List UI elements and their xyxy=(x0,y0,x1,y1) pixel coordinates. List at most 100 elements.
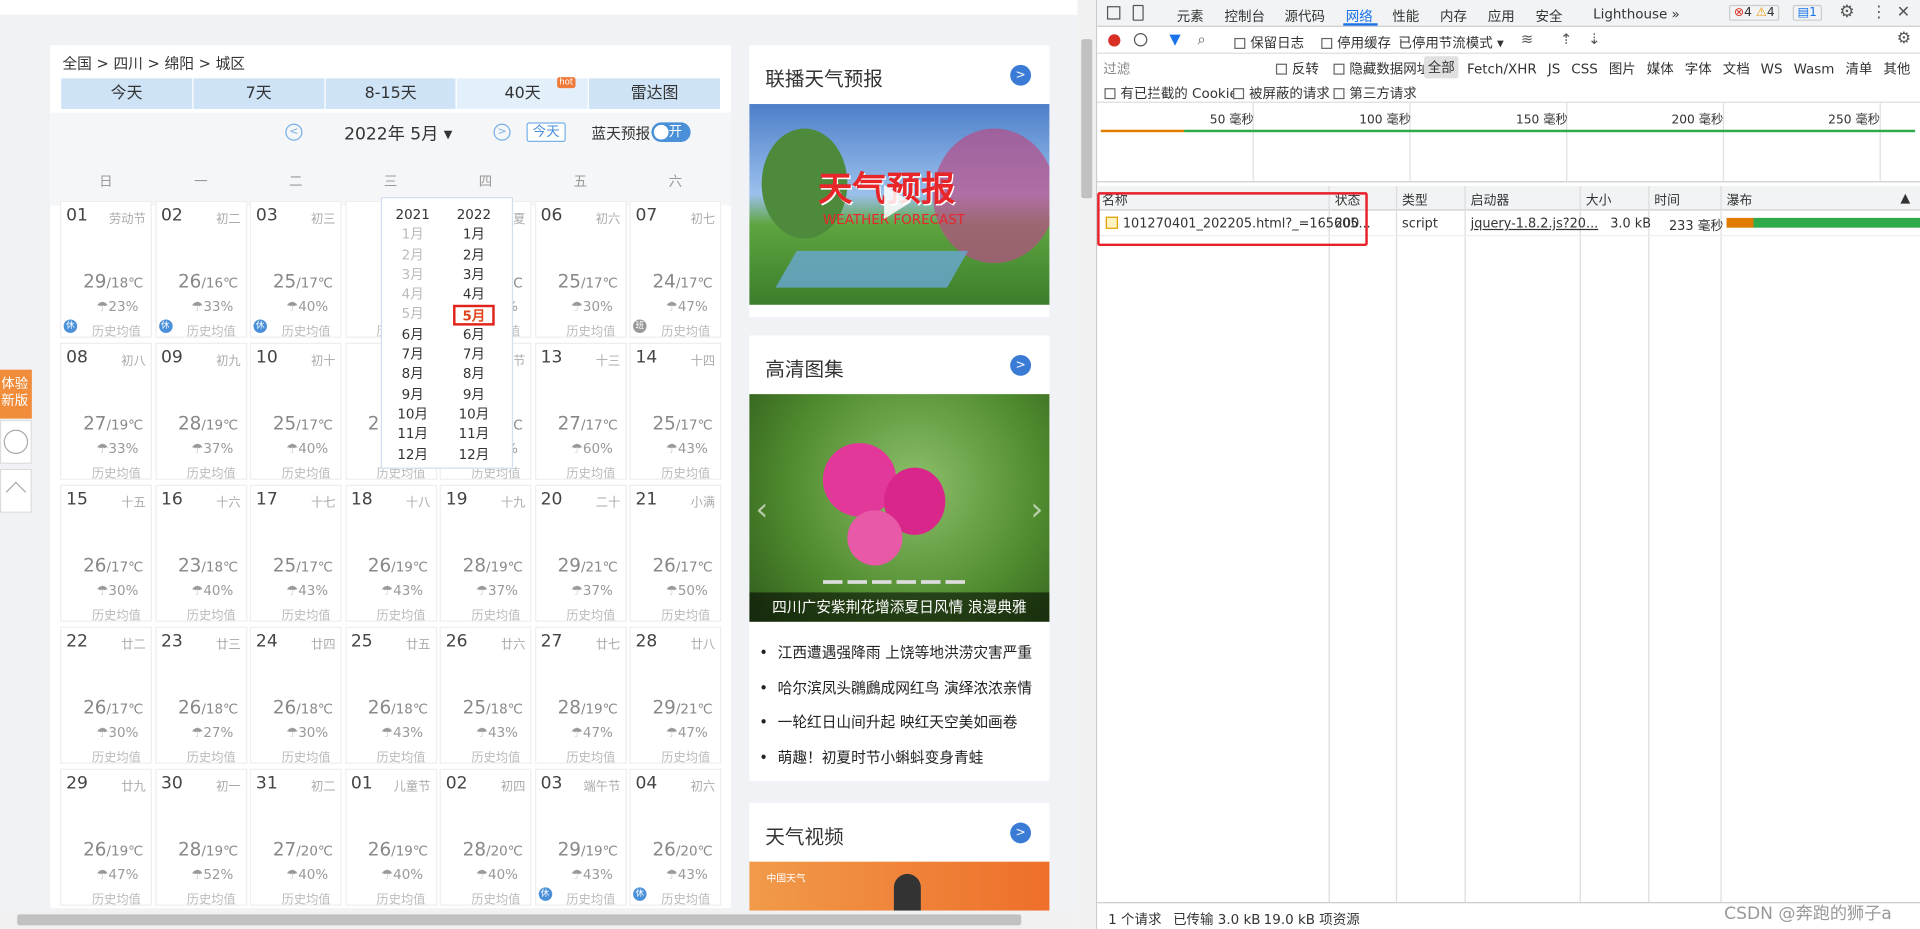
col-time[interactable]: 时间 xyxy=(1654,191,1680,209)
tab-memory[interactable]: 内存 xyxy=(1440,6,1467,26)
calendar-day-cell[interactable]: 04 初六 26/20℃ ☂43% 历史均值休 xyxy=(629,768,722,907)
prev-month-button[interactable]: < xyxy=(285,123,303,141)
news-item[interactable]: 江西遭遇强降雨 上饶等地洪涝灾害严重 xyxy=(759,641,1032,662)
inspect-icon[interactable] xyxy=(1106,6,1121,20)
sort-arrow-icon[interactable]: ▲ xyxy=(1900,191,1910,206)
more-options-icon[interactable]: ⋮ xyxy=(1871,4,1887,22)
calendar-day-cell[interactable]: 23 廿三 26/18℃ ☂27% 历史均值 xyxy=(154,626,247,765)
breadcrumb[interactable]: 全国 > 四川 > 绵阳 > 城区 xyxy=(62,53,245,74)
tab-40days[interactable]: 40天 hot xyxy=(457,77,588,109)
back-to-top-icon[interactable] xyxy=(0,468,32,513)
settings-gear-icon[interactable]: ⚙ xyxy=(1839,2,1854,22)
network-timeline-overview[interactable]: 50 毫秒 100 毫秒 150 毫秒 200 毫秒 250 毫秒 xyxy=(1097,102,1920,183)
news-item[interactable]: 一轮红日山间升起 映红天空美如画卷 xyxy=(759,711,1018,732)
month-option[interactable]: 8月 xyxy=(443,365,504,385)
month-option-selected[interactable]: 5月 xyxy=(453,305,495,326)
next-month-button[interactable]: > xyxy=(493,123,511,141)
tab-performance[interactable]: 性能 xyxy=(1392,6,1419,26)
calendar-day-cell[interactable]: 14 十四 25/17℃ ☂43% 历史均值 xyxy=(629,342,722,481)
calendar-day-cell[interactable]: 15 十五 26/17℃ ☂30% 历史均值 xyxy=(60,484,152,623)
play-icon[interactable] xyxy=(884,184,912,220)
network-conditions-icon[interactable]: ≋ xyxy=(1521,31,1533,48)
gallery-prev-icon[interactable]: ‹ xyxy=(756,492,769,529)
calendar-day-cell[interactable]: 08 初八 27/19℃ ☂33% 历史均值 xyxy=(60,342,152,481)
month-option[interactable]: 2月 xyxy=(382,246,443,266)
blue-sky-toggle[interactable]: 开 xyxy=(651,122,691,142)
calendar-day-cell[interactable]: 17 十七 25/17℃ ☂43% 历史均值 xyxy=(249,484,342,623)
calendar-day-cell[interactable]: 01 儿童节 26/19℃ ☂40% 历史均值 xyxy=(344,768,437,907)
disable-cache-checkbox[interactable]: 停用缓存 xyxy=(1321,33,1391,53)
month-option[interactable]: 12月 xyxy=(443,445,504,465)
filter-type-button[interactable]: 文档 xyxy=(1723,61,1750,77)
month-option[interactable]: 2月 xyxy=(443,246,504,266)
month-option[interactable]: 10月 xyxy=(382,405,443,425)
calendar-day-cell[interactable]: 24 廿四 26/18℃ ☂30% 历史均值 xyxy=(249,626,342,765)
tab-elements[interactable]: 元素 xyxy=(1177,6,1204,26)
month-option[interactable]: 5月 xyxy=(382,305,443,325)
calendar-day-cell[interactable]: 09 初九 28/19℃ ☂37% 历史均值 xyxy=(154,342,247,481)
col-waterfall[interactable]: 瀑布 xyxy=(1727,191,1753,209)
calendar-day-cell[interactable]: 25 廿五 26/18℃ ☂43% 历史均值 xyxy=(344,626,437,765)
gallery-photo[interactable]: ‹ › 四川广安紫荆花增添夏日风情 浪漫典雅 xyxy=(749,394,1050,622)
network-settings-gear-icon[interactable]: ⚙ xyxy=(1897,29,1911,47)
tab-radar[interactable]: 雷达图 xyxy=(589,78,720,109)
tab-sources[interactable]: 源代码 xyxy=(1285,6,1325,26)
calendar-day-cell[interactable]: 26 廿六 25/18℃ ☂43% 历史均值 xyxy=(439,626,532,765)
blocked-cookies-checkbox[interactable]: 有已拦截的 Cookie xyxy=(1104,83,1238,103)
month-option[interactable]: 11月 xyxy=(382,425,443,445)
month-option[interactable]: 3月 xyxy=(443,265,504,285)
calendar-day-cell[interactable]: 02 初二 26/16℃ ☂33% 历史均值休 xyxy=(154,200,247,339)
calendar-day-cell[interactable]: 13 十三 27/17℃ ☂60% 历史均值 xyxy=(534,342,627,481)
month-option[interactable]: 10月 xyxy=(443,405,504,425)
month-option[interactable]: 6月 xyxy=(382,325,443,345)
filter-type-button[interactable]: 媒体 xyxy=(1647,61,1674,77)
calendar-day-cell[interactable]: 28 廿八 29/21℃ ☂47% 历史均值 xyxy=(629,626,722,765)
more-tabs-icon[interactable]: » xyxy=(1671,6,1679,22)
filter-icon[interactable]: ▼ xyxy=(1169,31,1180,48)
error-count-badge[interactable]: ⊗4 ⚠4 xyxy=(1728,4,1780,21)
month-option[interactable]: 1月 xyxy=(443,226,504,246)
month-option[interactable]: 9月 xyxy=(382,385,443,405)
month-option[interactable]: 9月 xyxy=(443,385,504,405)
vertical-scrollbar[interactable] xyxy=(1077,0,1096,929)
calendar-day-cell[interactable]: 31 初二 27/20℃ ☂40% 历史均值 xyxy=(249,768,342,907)
calendar-day-cell[interactable]: 16 十六 23/18℃ ☂40% 历史均值 xyxy=(154,484,247,623)
throttle-select[interactable]: 已停用节流模式 ▾ xyxy=(1398,33,1503,53)
export-har-icon[interactable]: ⇣ xyxy=(1588,31,1600,48)
calendar-day-cell[interactable]: 27 廿七 28/19℃ ☂47% 历史均值 xyxy=(534,626,627,765)
month-option[interactable]: 3月 xyxy=(382,265,443,285)
more-arrow-icon[interactable]: > xyxy=(1010,64,1032,86)
calendar-day-cell[interactable]: 02 初四 28/20℃ ☂40% 历史均值 xyxy=(439,768,532,907)
close-icon[interactable]: ✕ xyxy=(1897,4,1910,22)
month-option[interactable]: 4月 xyxy=(443,285,504,305)
tab-console[interactable]: 控制台 xyxy=(1225,6,1265,26)
horizontal-scrollbar[interactable] xyxy=(0,910,1078,929)
tab-7days[interactable]: 7天 xyxy=(193,78,324,109)
filter-type-button[interactable]: JS xyxy=(1548,61,1561,77)
col-size[interactable]: 大小 xyxy=(1586,191,1612,209)
month-selector[interactable]: 2022年 5月 ▾ xyxy=(344,121,452,145)
filter-type-button[interactable]: WS xyxy=(1761,61,1783,77)
month-option[interactable]: 7月 xyxy=(382,345,443,365)
filter-type-button[interactable]: CSS xyxy=(1571,61,1598,77)
invert-checkbox[interactable]: 反转 xyxy=(1275,59,1319,79)
try-new-version-button[interactable]: 体验新版 xyxy=(0,369,32,419)
calendar-day-cell[interactable]: 03 端午节 29/19℃ ☂43% 历史均值休 xyxy=(534,768,627,907)
clear-icon[interactable] xyxy=(1133,33,1148,47)
video-thumbnail[interactable]: 中国天气 xyxy=(749,861,1050,911)
third-party-checkbox[interactable]: 第三方请求 xyxy=(1333,83,1417,103)
month-option[interactable]: 6月 xyxy=(443,325,504,345)
calendar-day-cell[interactable]: 30 初一 28/19℃ ☂52% 历史均值 xyxy=(154,768,247,907)
forecast-video-thumbnail[interactable]: 天气预报 WEATHER FORECAST xyxy=(749,104,1050,305)
import-har-icon[interactable]: ⇡ xyxy=(1560,31,1572,48)
gallery-next-icon[interactable]: › xyxy=(1031,492,1044,529)
blocked-requests-checkbox[interactable]: 被屏蔽的请求 xyxy=(1233,83,1330,103)
more-arrow-icon[interactable]: > xyxy=(1010,822,1032,844)
filter-type-button[interactable]: 其他 xyxy=(1883,61,1910,77)
today-button[interactable]: 今天 xyxy=(526,122,566,142)
month-option[interactable]: 8月 xyxy=(382,365,443,385)
filter-type-button[interactable]: 字体 xyxy=(1685,61,1712,77)
col-type[interactable]: 类型 xyxy=(1402,191,1428,209)
news-item[interactable]: 萌趣！初夏时节小蝌蚪变身青蛙 xyxy=(759,747,984,768)
month-option[interactable]: 4月 xyxy=(382,285,443,305)
